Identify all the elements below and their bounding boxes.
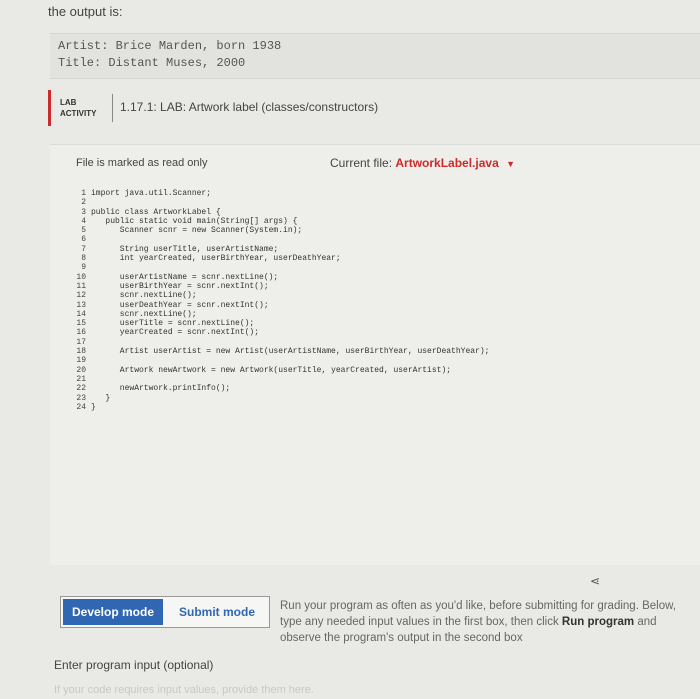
intro-text: the output is:	[48, 4, 123, 19]
instructions-run-program: Run program	[561, 616, 635, 628]
lab-activity-tag: LAB ACTIVITY	[60, 97, 96, 119]
code-line[interactable]: 3 public class ArtworkLabel {	[72, 208, 682, 217]
output-line-2: Title: Distant Muses, 2000	[58, 56, 246, 70]
line-number: 11	[76, 281, 86, 291]
expected-output-box: Artist: Brice Marden, born 1938 Title: D…	[50, 33, 700, 79]
program-input-label: Enter program input (optional)	[54, 658, 214, 672]
code-line[interactable]: 12 scnr.nextLine();	[72, 291, 682, 300]
chevron-down-icon[interactable]: ▼	[506, 159, 515, 169]
line-number: 5	[81, 226, 86, 236]
current-file-name[interactable]: ArtworkLabel.java	[395, 156, 498, 170]
submit-mode-button[interactable]: Submit mode	[167, 599, 267, 625]
code-line[interactable]: 14 scnr.nextLine();	[72, 310, 682, 319]
code-line[interactable]: 10 userArtistName = scnr.nextLine();	[72, 273, 682, 282]
develop-mode-button[interactable]: Develop mode	[63, 599, 163, 625]
code-text[interactable]: Artist userArtist = new Artist(userArtis…	[86, 347, 490, 356]
code-line[interactable]: 16 yearCreated = scnr.nextInt();	[72, 328, 682, 337]
code-text[interactable]: String userTitle, userArtistName;	[86, 245, 278, 254]
line-number: 3	[81, 207, 86, 217]
code-line[interactable]: 15 userTitle = scnr.nextLine();	[72, 319, 682, 328]
line-number: 19	[76, 356, 86, 366]
line-number: 15	[76, 319, 86, 329]
line-number: 17	[76, 337, 86, 347]
line-number: 6	[81, 235, 86, 245]
code-text[interactable]: userBirthYear = scnr.nextInt();	[86, 282, 269, 291]
line-number: 22	[76, 384, 86, 394]
program-input-field[interactable]: If your code requires input values, prov…	[54, 684, 314, 696]
code-text[interactable]: Artwork newArtwork = new Artwork(userTit…	[86, 366, 451, 375]
current-file-selector[interactable]: Current file: ArtworkLabel.java ▼	[330, 156, 515, 170]
code-line[interactable]: 1 import java.util.Scanner;	[72, 189, 682, 198]
code-text[interactable]: newArtwork.printInfo();	[86, 384, 230, 393]
line-number: 13	[76, 300, 86, 310]
line-number: 2	[81, 198, 86, 208]
code-text[interactable]	[86, 263, 91, 272]
output-line-1: Artist: Brice Marden, born 1938	[58, 39, 282, 53]
code-text[interactable]: scnr.nextLine();	[86, 291, 197, 300]
lab-title: 1.17.1: LAB: Artwork label (classes/cons…	[120, 100, 379, 114]
code-text[interactable]: userTitle = scnr.nextLine();	[86, 319, 254, 328]
line-number: 23	[76, 393, 86, 403]
line-number: 9	[81, 263, 86, 273]
line-number: 4	[81, 216, 86, 226]
code-editor-panel: File is marked as read only Current file…	[50, 144, 700, 565]
line-number: 24	[76, 402, 86, 412]
line-number: 10	[76, 272, 86, 282]
text-cursor-icon: ⋖	[590, 574, 601, 588]
line-number: 1	[81, 189, 86, 198]
code-line[interactable]: 21	[72, 375, 682, 384]
line-number: 18	[76, 347, 86, 357]
code-line[interactable]: 23 }	[72, 394, 682, 403]
code-text[interactable]	[86, 338, 91, 347]
line-number: 21	[76, 374, 86, 384]
code-text[interactable]	[86, 235, 91, 244]
code-line[interactable]: 18 Artist userArtist = new Artist(userAr…	[72, 347, 682, 356]
mode-toggle: Develop mode Submit mode	[60, 596, 270, 628]
code-line[interactable]: 4 public static void main(String[] args)…	[72, 217, 682, 226]
run-instructions: Run your program as often as you'd like,…	[280, 598, 700, 646]
line-number: 20	[76, 365, 86, 375]
code-line[interactable]: 5 Scanner scnr = new Scanner(System.in);	[72, 226, 682, 235]
code-line[interactable]: 20 Artwork newArtwork = new Artwork(user…	[72, 366, 682, 375]
code-line[interactable]: 2	[72, 198, 682, 207]
code-line[interactable]: 22 newArtwork.printInfo();	[72, 384, 682, 393]
code-text[interactable]: yearCreated = scnr.nextInt();	[86, 328, 259, 337]
lab-tag-line2: ACTIVITY	[60, 109, 97, 118]
lab-activity-header: LAB ACTIVITY 1.17.1: LAB: Artwork label …	[48, 90, 700, 130]
code-line[interactable]: 24}	[72, 403, 682, 412]
line-number: 16	[76, 328, 86, 338]
line-number: 12	[76, 291, 86, 301]
code-text[interactable]: import java.util.Scanner;	[86, 189, 211, 198]
code-text[interactable]: public class ArtworkLabel {	[86, 208, 221, 217]
code-text[interactable]: int yearCreated, userBirthYear, userDeat…	[86, 254, 341, 263]
code-line[interactable]: 8 int yearCreated, userBirthYear, userDe…	[72, 254, 682, 263]
code-text[interactable]	[86, 356, 91, 365]
code-line[interactable]: 17	[72, 338, 682, 347]
lab-tag-line1: LAB	[60, 98, 77, 107]
code-text[interactable]: userDeathYear = scnr.nextInt();	[86, 301, 269, 310]
current-file-label: Current file:	[330, 156, 393, 170]
code-text[interactable]: public static void main(String[] args) {	[86, 217, 297, 226]
code-line[interactable]: 9	[72, 263, 682, 272]
code-area[interactable]: 1 import java.util.Scanner; 2 3 public class…	[72, 189, 682, 479]
code-line[interactable]: 13 userDeathYear = scnr.nextInt();	[72, 301, 682, 310]
code-text[interactable]: }	[86, 394, 110, 403]
line-number: 14	[76, 309, 86, 319]
code-text[interactable]: }	[86, 403, 96, 412]
lab-divider	[112, 94, 113, 122]
line-number: 7	[81, 244, 86, 254]
line-number: 8	[81, 254, 86, 264]
code-line[interactable]: 7 String userTitle, userArtistName;	[72, 245, 682, 254]
run-panel: Develop mode Submit mode Run your progra…	[50, 586, 700, 699]
readonly-notice: File is marked as read only	[76, 157, 208, 169]
code-text[interactable]: scnr.nextLine();	[86, 310, 197, 319]
code-line[interactable]: 11 userBirthYear = scnr.nextInt();	[72, 282, 682, 291]
code-text[interactable]: Scanner scnr = new Scanner(System.in);	[86, 226, 302, 235]
code-line[interactable]: 6	[72, 235, 682, 244]
code-line[interactable]: 19	[72, 356, 682, 365]
code-text[interactable]: userArtistName = scnr.nextLine();	[86, 273, 278, 282]
code-text[interactable]	[86, 198, 91, 207]
lab-accent-bar	[48, 90, 51, 126]
code-text[interactable]	[86, 375, 91, 384]
